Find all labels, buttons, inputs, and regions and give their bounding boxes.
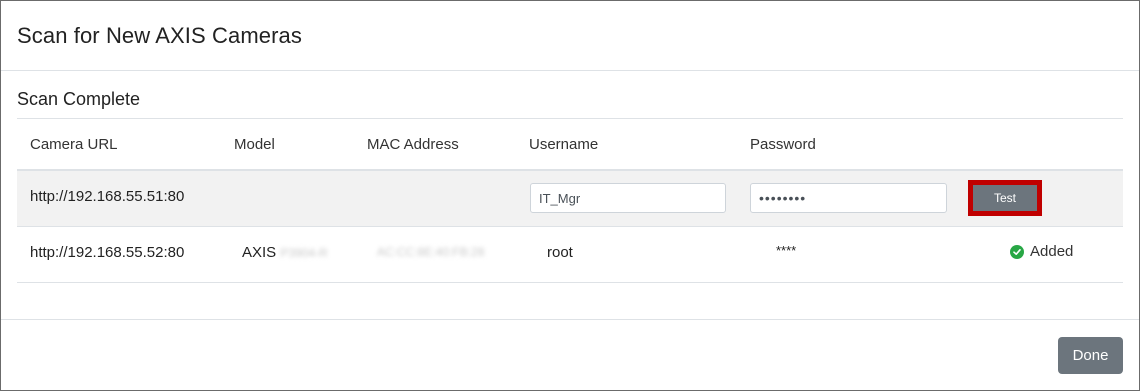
- header-mac-address: MAC Address: [367, 136, 459, 153]
- status-added: Added: [1010, 243, 1073, 260]
- scan-status-heading: Scan Complete: [17, 89, 141, 109]
- mac-address-redacted: AC:CC:8E:40:FB:28: [377, 245, 485, 259]
- header-model: Model: [234, 136, 275, 153]
- dialog-footer: Done: [1, 319, 1139, 390]
- camera-url: http://192.168.55.52:80: [30, 244, 185, 261]
- scan-dialog: Scan for New AXIS Cameras Scan Complete …: [0, 0, 1140, 391]
- header-camera-url: Camera URL: [30, 136, 118, 153]
- model-cell: AXIS P3904-R: [242, 244, 328, 261]
- model-prefix: AXIS: [242, 244, 277, 261]
- status-label: Added: [1030, 243, 1074, 260]
- dialog-title: Scan for New AXIS Cameras: [17, 23, 302, 48]
- password-value: ****: [776, 243, 797, 258]
- test-button-highlight: Test: [968, 180, 1042, 216]
- username-value: root: [547, 244, 573, 261]
- table-row: http://192.168.55.52:80 AXIS P3904-R AC:…: [17, 227, 1123, 283]
- header-password: Password: [750, 136, 816, 153]
- username-input[interactable]: [530, 183, 726, 213]
- done-button[interactable]: Done: [1058, 337, 1123, 374]
- header-username: Username: [529, 136, 599, 153]
- cameras-table: Camera URL Model MAC Address Username Pa…: [17, 118, 1123, 283]
- password-input[interactable]: [750, 183, 947, 213]
- dialog-header: Scan for New AXIS Cameras: [1, 1, 1139, 71]
- check-circle-icon: [1010, 244, 1024, 259]
- test-button[interactable]: Test: [973, 185, 1037, 211]
- camera-url: http://192.168.55.51:80: [30, 188, 185, 205]
- model-redacted: P3904-R: [280, 246, 328, 260]
- table-row: http://192.168.55.51:80 Test: [17, 171, 1123, 227]
- table-header: Camera URL Model MAC Address Username Pa…: [17, 119, 1123, 171]
